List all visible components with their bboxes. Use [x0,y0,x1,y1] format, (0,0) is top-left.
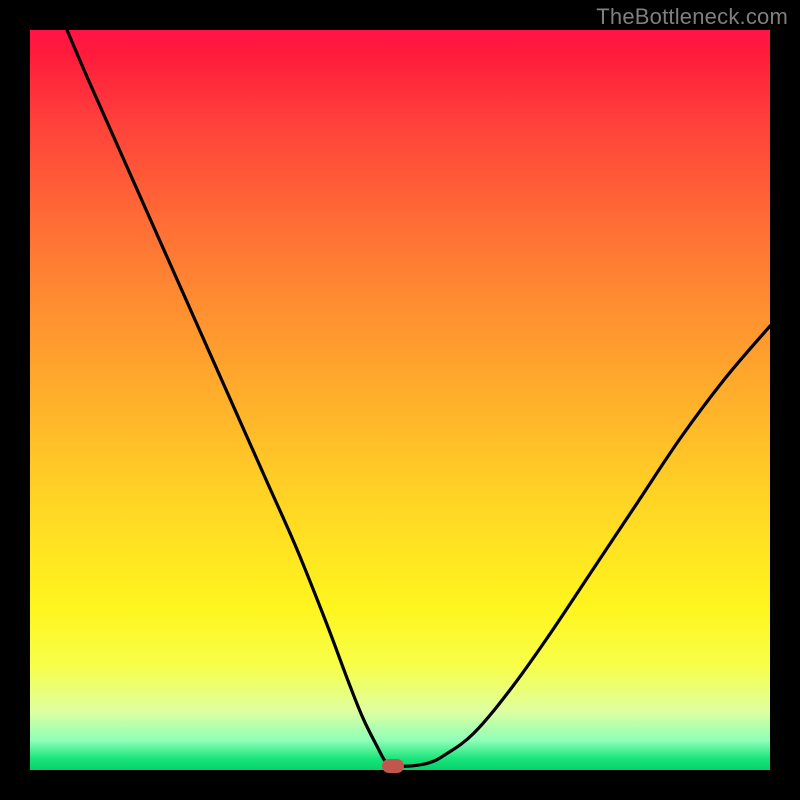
watermark-text: TheBottleneck.com [596,4,788,30]
chart-frame: TheBottleneck.com [0,0,800,800]
plot-area [30,30,770,770]
minimum-marker [382,759,404,773]
bottleneck-curve [30,30,770,770]
